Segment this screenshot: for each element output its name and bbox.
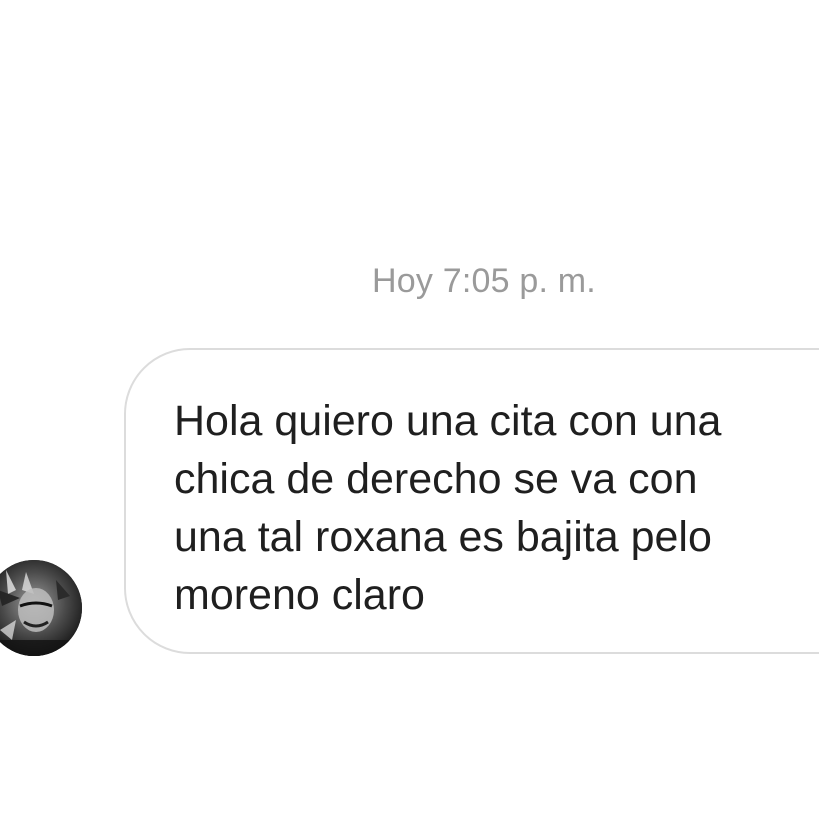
chat-screen: Hoy 7:05 p. m. Hola quiero una cita con	[0, 0, 819, 819]
message-timestamp: Hoy 7:05 p. m.	[372, 262, 596, 300]
user-avatar-icon	[0, 560, 82, 656]
sender-avatar[interactable]	[0, 560, 82, 656]
message-text: Hola quiero una cita con una chica de de…	[174, 397, 722, 619]
incoming-message-bubble[interactable]: Hola quiero una cita con una chica de de…	[124, 348, 819, 654]
